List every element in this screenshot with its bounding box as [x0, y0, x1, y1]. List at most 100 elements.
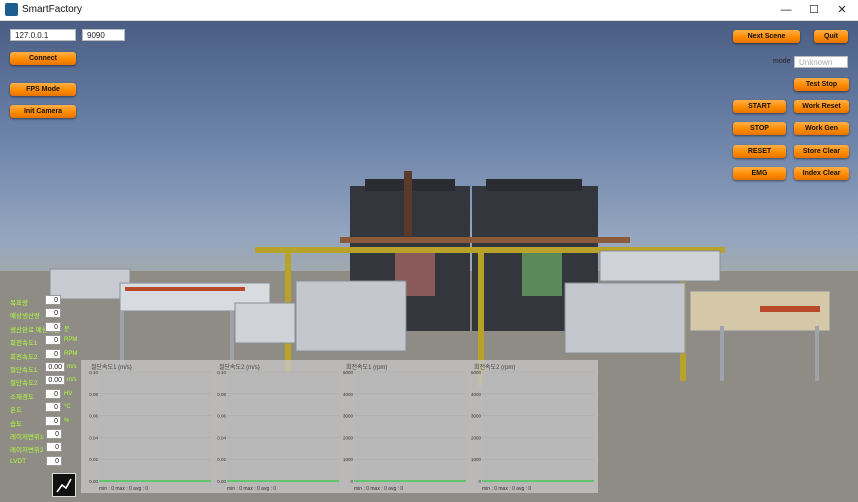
ip-address-input[interactable]: 127.0.0.1	[10, 29, 76, 41]
plot-area	[99, 372, 211, 481]
sensor-value: 0	[45, 402, 61, 413]
sensor-label: 절단속도1	[10, 367, 38, 374]
stop-button[interactable]: STOP	[733, 122, 786, 135]
sensor-unit: RPM	[64, 350, 78, 357]
y-tick-label: 4000	[471, 392, 482, 397]
chart-stats: min : 0 max : 0 avg : 0	[482, 486, 532, 492]
port-input[interactable]: 9090	[82, 29, 125, 41]
y-tick-label: 0.10	[89, 370, 98, 375]
mode-label: mode	[773, 58, 791, 65]
sensor-value: 0	[45, 321, 61, 332]
y-tick-label: 5000	[343, 370, 354, 375]
sensor-value: 0	[45, 335, 61, 346]
start-button[interactable]: START	[733, 100, 786, 113]
chart-stats: min : 0 max : 0 avg : 0	[99, 486, 149, 492]
y-tick-label: 1000	[471, 457, 482, 462]
sensor-value: 0	[45, 388, 61, 399]
sensor-unit: HV	[64, 390, 73, 397]
y-tick-label: 0.06	[89, 414, 98, 419]
line-chart: 절단속도1 (m/s) 0.10 0.08 0.06 0.04 0.02 0.00 min :…	[85, 360, 215, 493]
y-tick-label: 0.06	[217, 414, 226, 419]
y-tick-label: 0	[478, 479, 481, 484]
sensor-label: LVDT	[10, 457, 27, 465]
sensor-value: 0	[45, 415, 61, 426]
sensor-unit: °C	[64, 404, 71, 411]
y-tick-label: 0.02	[89, 457, 98, 462]
chart-plot: 5000 4000 3000 2000 1000 0	[471, 370, 594, 484]
sensor-value: 0	[46, 442, 62, 453]
sensor-value: 0	[45, 295, 61, 305]
work-gen-button[interactable]: Work Gen	[794, 122, 849, 135]
sensor-unit: m/s	[67, 377, 77, 384]
y-tick-label: 0.02	[217, 457, 226, 462]
title-bar: SmartFactory — ☐ ✕	[0, 0, 858, 21]
chart-plot: 5000 4000 3000 2000 1000 0	[343, 370, 466, 484]
y-tick-label: 0.00	[89, 479, 98, 484]
y-tick-label: 0.08	[89, 392, 98, 397]
sensor-label: 회전속도2	[10, 353, 38, 361]
chart-stats: min : 0 max : 0 avg : 0	[354, 486, 404, 492]
sensor-value: 0.00	[45, 362, 65, 372]
sensor-label: 레이저변위1	[10, 434, 44, 441]
sensor-label: 레이저변위2	[10, 447, 44, 455]
maximize-button[interactable]: ☐	[800, 2, 828, 18]
test-stop-button[interactable]: Test Stop	[794, 78, 849, 91]
window-title: SmartFactory	[22, 4, 83, 15]
y-tick-label: 0.04	[89, 435, 98, 440]
sensor-label: 예상생산량	[10, 313, 40, 321]
sensor-label: 절단속도2	[10, 380, 38, 388]
plot-area	[482, 372, 594, 481]
next-scene-button[interactable]: Next Scene	[733, 30, 800, 43]
y-tick-label: 3000	[343, 414, 354, 419]
line-chart: 회전속도2 (rpm) 5000 4000 3000 2000 1000 0 min : 0 …	[468, 360, 598, 493]
sensor-label: 습도	[10, 420, 22, 428]
init-camera-button[interactable]: Init Camera	[10, 105, 76, 118]
y-tick-label: 0.08	[217, 392, 226, 397]
sensor-label: 회전속도1	[10, 340, 38, 348]
sensor-unit: RPM	[64, 337, 78, 344]
sensor-value: 0	[46, 455, 62, 466]
index-clear-button[interactable]: Index Clear	[794, 167, 849, 180]
chart-plot: 0.10 0.08 0.06 0.04 0.02 0.00	[89, 370, 211, 484]
y-tick-label: 0.04	[217, 435, 226, 440]
close-button[interactable]: ✕	[828, 2, 856, 18]
y-tick-label: 2000	[471, 435, 482, 440]
chart-plot: 0.10 0.08 0.06 0.04 0.02 0.00	[217, 370, 339, 484]
reset-button[interactable]: RESET	[733, 145, 786, 158]
sensor-unit: %	[64, 417, 70, 424]
line-chart: 절단속도2 (m/s) 0.10 0.08 0.06 0.04 0.02 0.00 min :…	[213, 360, 343, 493]
y-tick-label: 2000	[343, 435, 354, 440]
fps-mode-button[interactable]: FPS Mode	[10, 83, 76, 96]
line-chart: 회전속도1 (rpm) 5000 4000 3000 2000 1000 0 min : 0 …	[340, 360, 470, 493]
graph-toggle-icon[interactable]	[52, 473, 76, 497]
y-tick-label: 1000	[343, 457, 354, 462]
y-tick-label: 0.00	[217, 479, 226, 484]
sensor-value: 0	[45, 308, 61, 319]
chart-panel: 절단속도1 (m/s) 0.10 0.08 0.06 0.04 0.02 0.00 min :…	[81, 360, 598, 493]
mode-field[interactable]: Unknown	[794, 56, 848, 68]
sensor-unit: m/s	[67, 364, 77, 370]
sensor-label: 온도	[10, 407, 22, 415]
sensor-label: 목표량	[10, 300, 28, 307]
chart-stats: min : 0 max : 0 avg : 0	[227, 486, 277, 492]
sensor-value: 0	[46, 429, 62, 439]
plot-area	[227, 372, 339, 481]
scene-viewport[interactable]: 127.0.0.1 9090 Connect FPS Mode Init Cam…	[0, 21, 858, 502]
emg-button[interactable]: EMG	[733, 167, 786, 180]
minimize-button[interactable]: —	[772, 2, 800, 18]
sensor-value: 0.00	[45, 375, 65, 386]
connect-button[interactable]: Connect	[10, 52, 76, 65]
store-clear-button[interactable]: Store Clear	[794, 145, 849, 158]
sensor-label: 소재경도	[10, 393, 34, 401]
app-icon	[5, 3, 18, 16]
plot-area	[354, 372, 466, 481]
quit-button[interactable]: Quit	[814, 30, 848, 43]
y-tick-label: 5000	[471, 370, 482, 375]
y-tick-label: 0.10	[217, 370, 226, 375]
y-tick-label: 4000	[343, 392, 354, 397]
y-tick-label: 0	[350, 479, 353, 484]
work-reset-button[interactable]: Work Reset	[794, 100, 849, 113]
y-tick-label: 3000	[471, 414, 482, 419]
sensor-unit: 분	[64, 326, 70, 333]
sensor-value: 0	[45, 348, 61, 359]
